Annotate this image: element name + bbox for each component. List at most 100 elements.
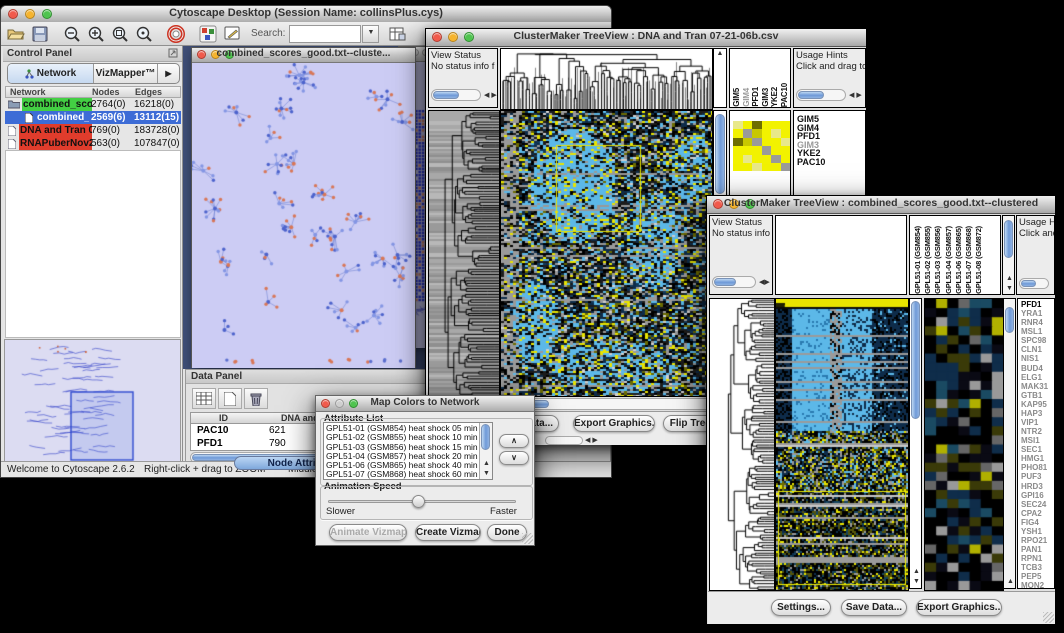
delete-attribute-trash-icon[interactable]	[244, 388, 268, 409]
search-dropdown-button[interactable]: ▼	[362, 25, 379, 43]
treeview1-titlebar[interactable]: ClusterMaker TreeView : DNA and Tran 07-…	[426, 29, 866, 47]
matrix-cell[interactable]	[733, 138, 743, 146]
column-label[interactable]: GPL51-02 (GSM855)	[923, 226, 933, 294]
gene-label[interactable]: TCB3	[1021, 563, 1054, 572]
column-label[interactable]: YKE2	[770, 87, 780, 107]
gene-label[interactable]: ELG1	[1021, 373, 1054, 382]
move-up-button[interactable]: ∧	[499, 434, 529, 448]
genelist-vscrollbar[interactable]: ▲	[1003, 298, 1016, 589]
treeview2-titlebar[interactable]: ClusterMaker TreeView : combined_scores_…	[707, 196, 1055, 214]
treeview1-global-heatmap[interactable]	[500, 110, 713, 397]
gene-label[interactable]: NIS1	[1021, 354, 1054, 363]
gene-label[interactable]: SEC1	[1021, 445, 1054, 454]
matrix-cell[interactable]	[781, 129, 791, 137]
gene-label[interactable]: HAP3	[1021, 409, 1054, 418]
usage-hscrollbar[interactable]	[796, 89, 846, 101]
gene-label[interactable]: PEP5	[1021, 572, 1054, 581]
scrollbar-thumb[interactable]	[481, 424, 490, 450]
matrix-cell[interactable]	[752, 138, 762, 146]
treeview2-zoom-heatmap[interactable]	[924, 298, 1004, 591]
column-label[interactable]: GPL51-06 (GSM865)	[954, 226, 964, 294]
gene-label[interactable]: SPC98	[1021, 336, 1054, 345]
scrollbar-thumb[interactable]	[911, 301, 920, 419]
scrollbar-thumb[interactable]	[1005, 307, 1014, 333]
move-down-button[interactable]: ∨	[499, 451, 529, 465]
column-label[interactable]: GPL51-08 (GSM872)	[974, 226, 984, 294]
tab-overflow-arrow[interactable]: ▶	[158, 64, 179, 83]
gene-label[interactable]: BUD4	[1021, 364, 1054, 373]
gene-label[interactable]: HRD3	[1021, 482, 1054, 491]
scroll-arrows-icon[interactable]: ▲▼	[483, 459, 490, 479]
new-attribute-icon[interactable]	[218, 388, 242, 409]
speed-slider-thumb[interactable]	[412, 495, 425, 508]
scroll-arrows-icon[interactable]: ◀▶	[759, 278, 770, 288]
scroll-up-icon[interactable]: ▲	[1007, 577, 1014, 587]
network-view-titlebar[interactable]: combined_scores_good.txt--cluste...	[192, 48, 415, 63]
matrix-cell[interactable]	[771, 121, 781, 129]
matrix-cell[interactable]	[733, 163, 743, 171]
help-lifering-icon[interactable]	[165, 24, 187, 44]
attribute-list-item[interactable]: GPL51-07 (GSM868) heat shock 60 min	[326, 470, 492, 479]
matrix-cell[interactable]	[781, 121, 791, 129]
treeview1-row-dendrogram[interactable]	[428, 110, 500, 397]
network-view-canvas[interactable]	[192, 63, 415, 368]
treeview1-column-dendrogram[interactable]	[500, 48, 713, 110]
gene-label[interactable]: MSI1	[1021, 436, 1054, 445]
column-label[interactable]: GIM4	[742, 88, 752, 107]
network-overview-panel[interactable]	[4, 339, 181, 463]
matrix-cell[interactable]	[771, 155, 781, 163]
matrix-cell[interactable]	[752, 163, 762, 171]
gene-label[interactable]: CLN1	[1021, 345, 1054, 354]
scrollbar-thumb[interactable]	[1004, 220, 1013, 258]
matrix-cell[interactable]	[781, 155, 791, 163]
search-input[interactable]	[289, 25, 361, 43]
gene-label[interactable]: MON2	[1021, 581, 1054, 589]
gene-label[interactable]: RPN1	[1021, 554, 1054, 563]
treeview2-column-dendro-area[interactable]	[775, 215, 907, 295]
matrix-cell[interactable]	[743, 138, 753, 146]
matrix-cell[interactable]	[771, 146, 781, 154]
open-file-button[interactable]	[5, 24, 27, 44]
gene-label[interactable]: CPA2	[1021, 509, 1054, 518]
gene-label[interactable]: NTR2	[1021, 427, 1054, 436]
gene-label[interactable]: MAK31	[1021, 382, 1054, 391]
create-vizmap-button[interactable]: Create Vizmap	[415, 524, 481, 541]
zoom-fit-icon[interactable]	[133, 24, 155, 44]
column-label[interactable]: GPL51-07 (GSM868)	[964, 226, 974, 294]
network-row-combined-scores[interactable]: combined_scores 2764(0) 16218(0)	[5, 98, 181, 111]
done-button[interactable]: Done	[487, 524, 527, 541]
matrix-cell[interactable]	[771, 138, 781, 146]
save-button[interactable]	[29, 24, 51, 44]
column-label[interactable]: PFD1	[751, 87, 761, 107]
treeview2-row-dendrogram[interactable]	[709, 298, 775, 591]
matrix-cell[interactable]	[762, 129, 772, 137]
gene-label[interactable]: PUF3	[1021, 472, 1054, 481]
status-hscrollbar[interactable]	[712, 276, 756, 288]
column-label[interactable]: GPL51-04 (GSM857)	[944, 226, 954, 294]
dialog-titlebar[interactable]: Map Colors to Network	[316, 396, 534, 412]
float-panel-icon[interactable]	[168, 48, 178, 63]
annotation-icon[interactable]	[221, 24, 243, 44]
column-label[interactable]: PAC10	[780, 83, 790, 107]
attribute-list-vscrollbar[interactable]: ▲▼	[479, 423, 492, 479]
status-hscrollbar[interactable]	[431, 89, 481, 101]
matrix-cell[interactable]	[752, 155, 762, 163]
animate-vizmap-button[interactable]: Animate Vizmap	[329, 524, 407, 541]
matrix-cell[interactable]	[752, 129, 762, 137]
gene-label[interactable]: PFD1	[1021, 300, 1054, 309]
treeview1-zoom-matrix[interactable]	[733, 121, 790, 171]
network-row-rnapuber[interactable]: RNAPuberNov2+ 563(0) 107847(0)	[5, 137, 181, 150]
column-label[interactable]: GPL51-01 (GSM854)	[913, 226, 923, 294]
gene-label[interactable]: GTB1	[1021, 391, 1054, 400]
matrix-cell[interactable]	[771, 163, 781, 171]
gene-label[interactable]: VIP1	[1021, 418, 1054, 427]
scrollbar-thumb[interactable]	[433, 91, 459, 99]
export-graphics-button[interactable]: Export Graphics...	[916, 599, 1002, 616]
gene-label[interactable]: RPO21	[1021, 536, 1054, 545]
scroll-arrows-icon[interactable]: ▲▼	[913, 567, 920, 587]
gene-label[interactable]: GPI16	[1021, 491, 1054, 500]
gene-label[interactable]: YSH1	[1021, 527, 1054, 536]
network-view-window[interactable]: combined_scores_good.txt--cluste...	[191, 47, 416, 368]
zoom-in-icon[interactable]	[85, 24, 107, 44]
scroll-arrows-icon[interactable]: ◀ ▶	[585, 436, 598, 446]
